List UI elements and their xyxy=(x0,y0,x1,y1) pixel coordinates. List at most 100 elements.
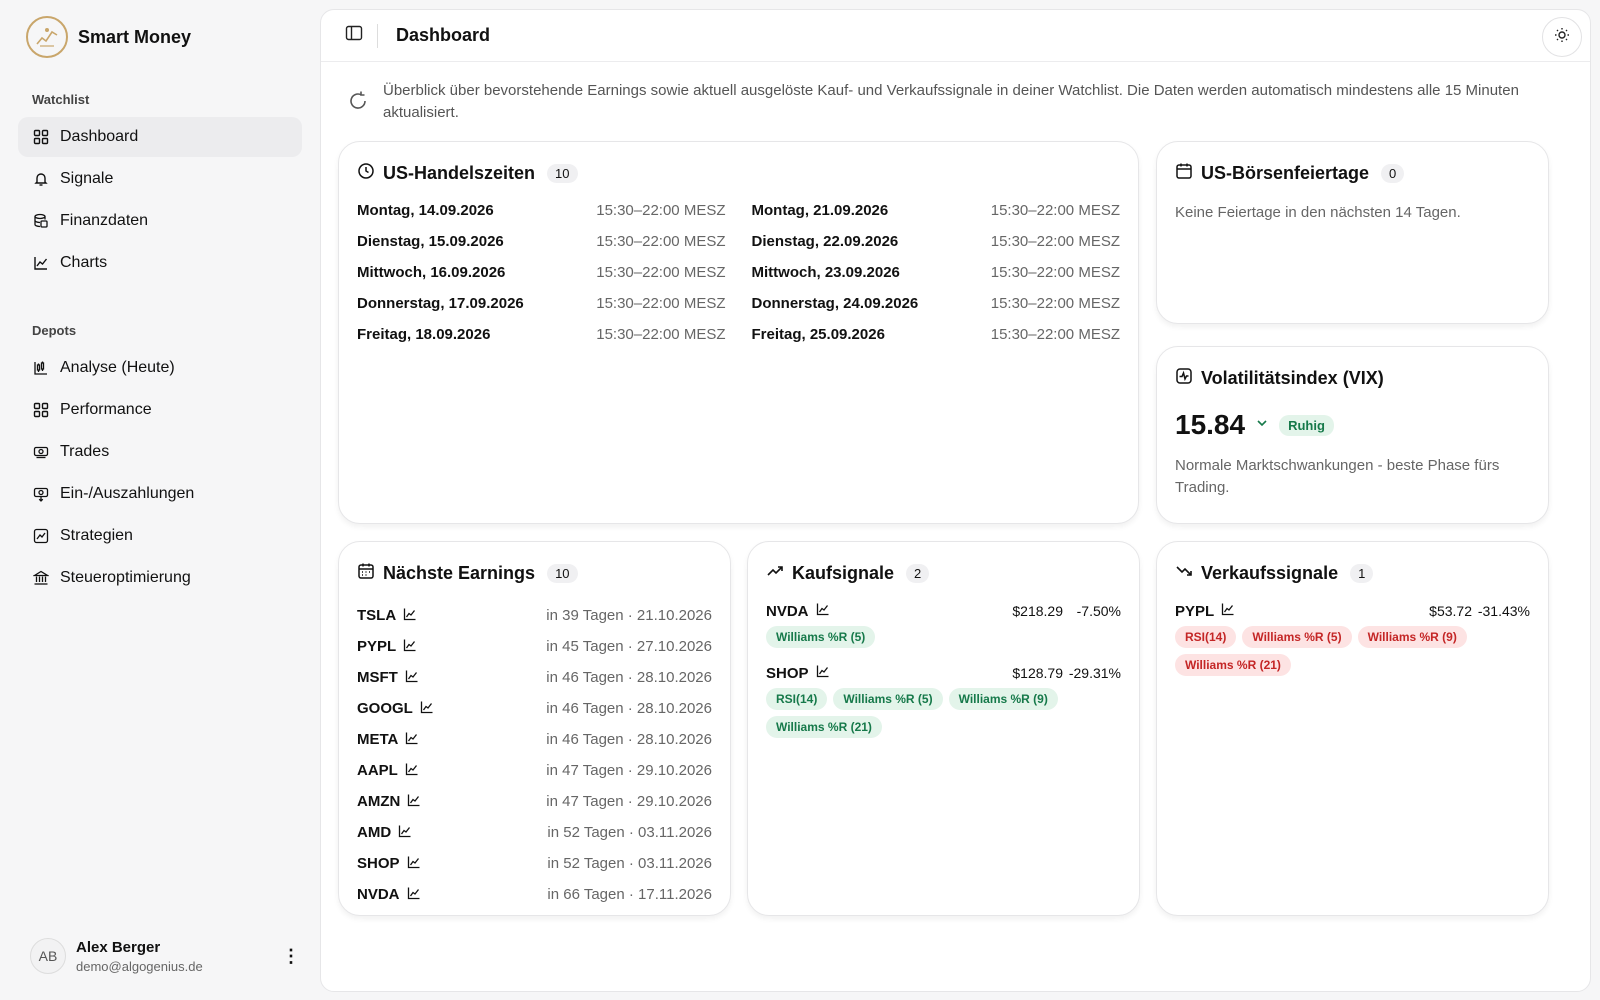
chart-icon[interactable] xyxy=(403,607,417,625)
nav-section-watchlist: Watchlist xyxy=(32,92,90,107)
chevron-down-icon xyxy=(1255,416,1269,435)
earnings-date: in 47 Tagen · 29.10.2026 xyxy=(546,793,712,810)
list-item[interactable]: AMZN in 47 Tagen · 29.10.2026 xyxy=(357,786,712,817)
hours-time: 15:30–22:00 MESZ xyxy=(596,233,726,250)
chart-icon[interactable] xyxy=(403,638,417,656)
indicator-tag: RSI(14) xyxy=(766,688,828,710)
sidebar-item-label: Charts xyxy=(60,254,108,271)
sidebar-item-analyse[interactable]: Analyse (Heute) xyxy=(18,348,302,388)
card-title: Nächste Earnings xyxy=(383,562,536,583)
symbol: NVDA xyxy=(357,886,400,903)
sidebar-item-finanzdaten[interactable]: Finanzdaten xyxy=(18,201,302,241)
hours-row: Montag, 14.09.2026 15:30–22:00 MESZ xyxy=(357,202,726,233)
count-badge: 2 xyxy=(906,563,930,583)
sidebar-item-performance[interactable]: Performance xyxy=(18,390,302,430)
signal-item[interactable]: PYPL $53.72 -31.43% RSI(14) Williams %R … xyxy=(1175,600,1530,676)
card-title: US-Börsenfeiertage xyxy=(1201,162,1370,183)
holidays-text: Keine Feiertage in den nächsten 14 Tagen… xyxy=(1175,204,1461,221)
count-badge: 1 xyxy=(1350,563,1374,583)
count-badge: 0 xyxy=(1381,163,1405,183)
list-item[interactable]: NVDA in 66 Tagen · 17.11.2026 xyxy=(357,879,712,910)
earnings-date: in 47 Tagen · 29.10.2026 xyxy=(546,762,712,779)
list-item[interactable]: MSFT in 46 Tagen · 28.10.2026 xyxy=(357,662,712,693)
chart-icon[interactable] xyxy=(1221,602,1235,620)
intro-text: Überblick über bevorstehende Earnings so… xyxy=(383,82,1519,121)
candlestick-icon xyxy=(32,359,50,377)
chart-icon[interactable] xyxy=(407,793,421,811)
sidebar-item-signale[interactable]: Signale xyxy=(18,159,302,199)
sidebar-item-strategien[interactable]: Strategien xyxy=(18,516,302,556)
hours-time: 15:30–22:00 MESZ xyxy=(990,233,1120,250)
hours-day: Freitag, 18.09.2026 xyxy=(357,326,491,343)
hours-time: 15:30–22:00 MESZ xyxy=(596,264,726,281)
hours-time: 15:30–22:00 MESZ xyxy=(990,326,1120,343)
chart-icon[interactable] xyxy=(405,731,419,749)
signal-item[interactable]: NVDA $218.29 -7.50% Williams %R (5) xyxy=(766,600,1121,648)
clock-icon xyxy=(357,162,375,185)
chart-icon[interactable] xyxy=(405,669,419,687)
money-icon xyxy=(32,443,50,461)
holidays-card: US-Börsenfeiertage 0 Keine Feiertage in … xyxy=(1156,141,1549,324)
sidebar-item-label: Signale xyxy=(60,170,114,187)
hours-row: Mittwoch, 23.09.2026 15:30–22:00 MESZ xyxy=(752,264,1121,295)
hours-day: Freitag, 25.09.2026 xyxy=(751,326,885,343)
list-item[interactable]: AMD in 52 Tagen · 03.11.2026 xyxy=(357,817,712,848)
chart-icon[interactable] xyxy=(398,824,412,842)
symbol: TSLA xyxy=(357,607,397,624)
strategy-icon xyxy=(32,527,50,545)
user-email: demo@algogenius.de xyxy=(76,958,203,974)
signal-item[interactable]: SHOP $128.79 -29.31% RSI(14) Williams %R… xyxy=(766,662,1121,738)
brand[interactable]: Smart Money xyxy=(18,16,302,58)
more-vertical-icon[interactable]: ⋮ xyxy=(282,946,300,967)
list-item[interactable]: GOOGL in 46 Tagen · 28.10.2026 xyxy=(357,693,712,724)
user-name: Alex Berger xyxy=(76,938,161,956)
list-item[interactable]: SHOP in 52 Tagen · 03.11.2026 xyxy=(357,848,712,879)
user-profile[interactable]: AB Alex Berger demo@algogenius.de ⋮ xyxy=(30,938,300,974)
sidebar-item-einauszahlungen[interactable]: Ein-/Auszahlungen xyxy=(18,474,302,514)
hours-day: Donnerstag, 24.09.2026 xyxy=(751,295,919,312)
chart-icon[interactable] xyxy=(420,700,434,718)
refresh-icon[interactable] xyxy=(347,90,369,124)
grid-icon xyxy=(32,401,50,419)
chart-icon[interactable] xyxy=(407,886,421,904)
hours-row: Mittwoch, 16.09.2026 15:30–22:00 MESZ xyxy=(357,264,726,295)
hours-day: Mittwoch, 16.09.2026 xyxy=(357,264,506,281)
trading-hours-card: US-Handelszeiten 10 Montag, 14.09.2026 15… xyxy=(338,141,1139,524)
count-badge: 10 xyxy=(547,563,578,583)
deposit-icon xyxy=(32,485,50,503)
sidebar-item-label: Finanzdaten xyxy=(60,212,149,229)
list-item[interactable]: TSLA in 39 Tagen · 21.10.2026 xyxy=(357,600,712,631)
list-item[interactable]: META in 46 Tagen · 28.10.2026 xyxy=(357,724,712,755)
hours-row: Dienstag, 22.09.2026 15:30–22:00 MESZ xyxy=(752,233,1121,264)
topbar: Dashboard xyxy=(321,10,1590,62)
sidebar-toggle-icon[interactable] xyxy=(345,24,363,47)
sidebar-item-dashboard[interactable]: Dashboard xyxy=(18,117,302,157)
sidebar-item-label: Performance xyxy=(60,401,152,418)
sidebar-item-label: Trades xyxy=(60,443,110,460)
card-title: Volatilitätsindex (VIX) xyxy=(1201,367,1384,388)
page-title: Dashboard xyxy=(396,25,491,45)
chart-icon[interactable] xyxy=(405,762,419,780)
trending-down-icon xyxy=(1175,562,1193,585)
theme-toggle-button[interactable] xyxy=(1542,17,1582,57)
chart-icon[interactable] xyxy=(407,855,421,873)
calendar-icon xyxy=(357,562,375,585)
hours-row: Donnerstag, 17.09.2026 15:30–22:00 MESZ xyxy=(357,295,726,326)
intro: Überblick über bevorstehende Earnings so… xyxy=(321,62,1590,124)
sidebar-item-label: Steueroptimierung xyxy=(60,569,191,586)
sidebar-item-steueroptimierung[interactable]: Steueroptimierung xyxy=(18,558,302,598)
sidebar-item-label: Ein-/Auszahlungen xyxy=(60,485,195,502)
chart-icon[interactable] xyxy=(816,602,830,620)
sidebar-item-label: Strategien xyxy=(60,527,133,544)
grid-icon xyxy=(32,128,50,146)
sidebar-item-trades[interactable]: Trades xyxy=(18,432,302,472)
symbol: META xyxy=(357,731,399,748)
calendar-icon xyxy=(1175,162,1193,185)
chart-icon[interactable] xyxy=(816,664,830,682)
sidebar-item-charts[interactable]: Charts xyxy=(18,243,302,283)
hours-day: Mittwoch, 23.09.2026 xyxy=(751,264,900,281)
sidebar-item-label: Dashboard xyxy=(60,128,139,145)
hours-row: Freitag, 25.09.2026 15:30–22:00 MESZ xyxy=(752,326,1121,357)
list-item[interactable]: PYPL in 45 Tagen · 27.10.2026 xyxy=(357,631,712,662)
list-item[interactable]: AAPL in 47 Tagen · 29.10.2026 xyxy=(357,755,712,786)
